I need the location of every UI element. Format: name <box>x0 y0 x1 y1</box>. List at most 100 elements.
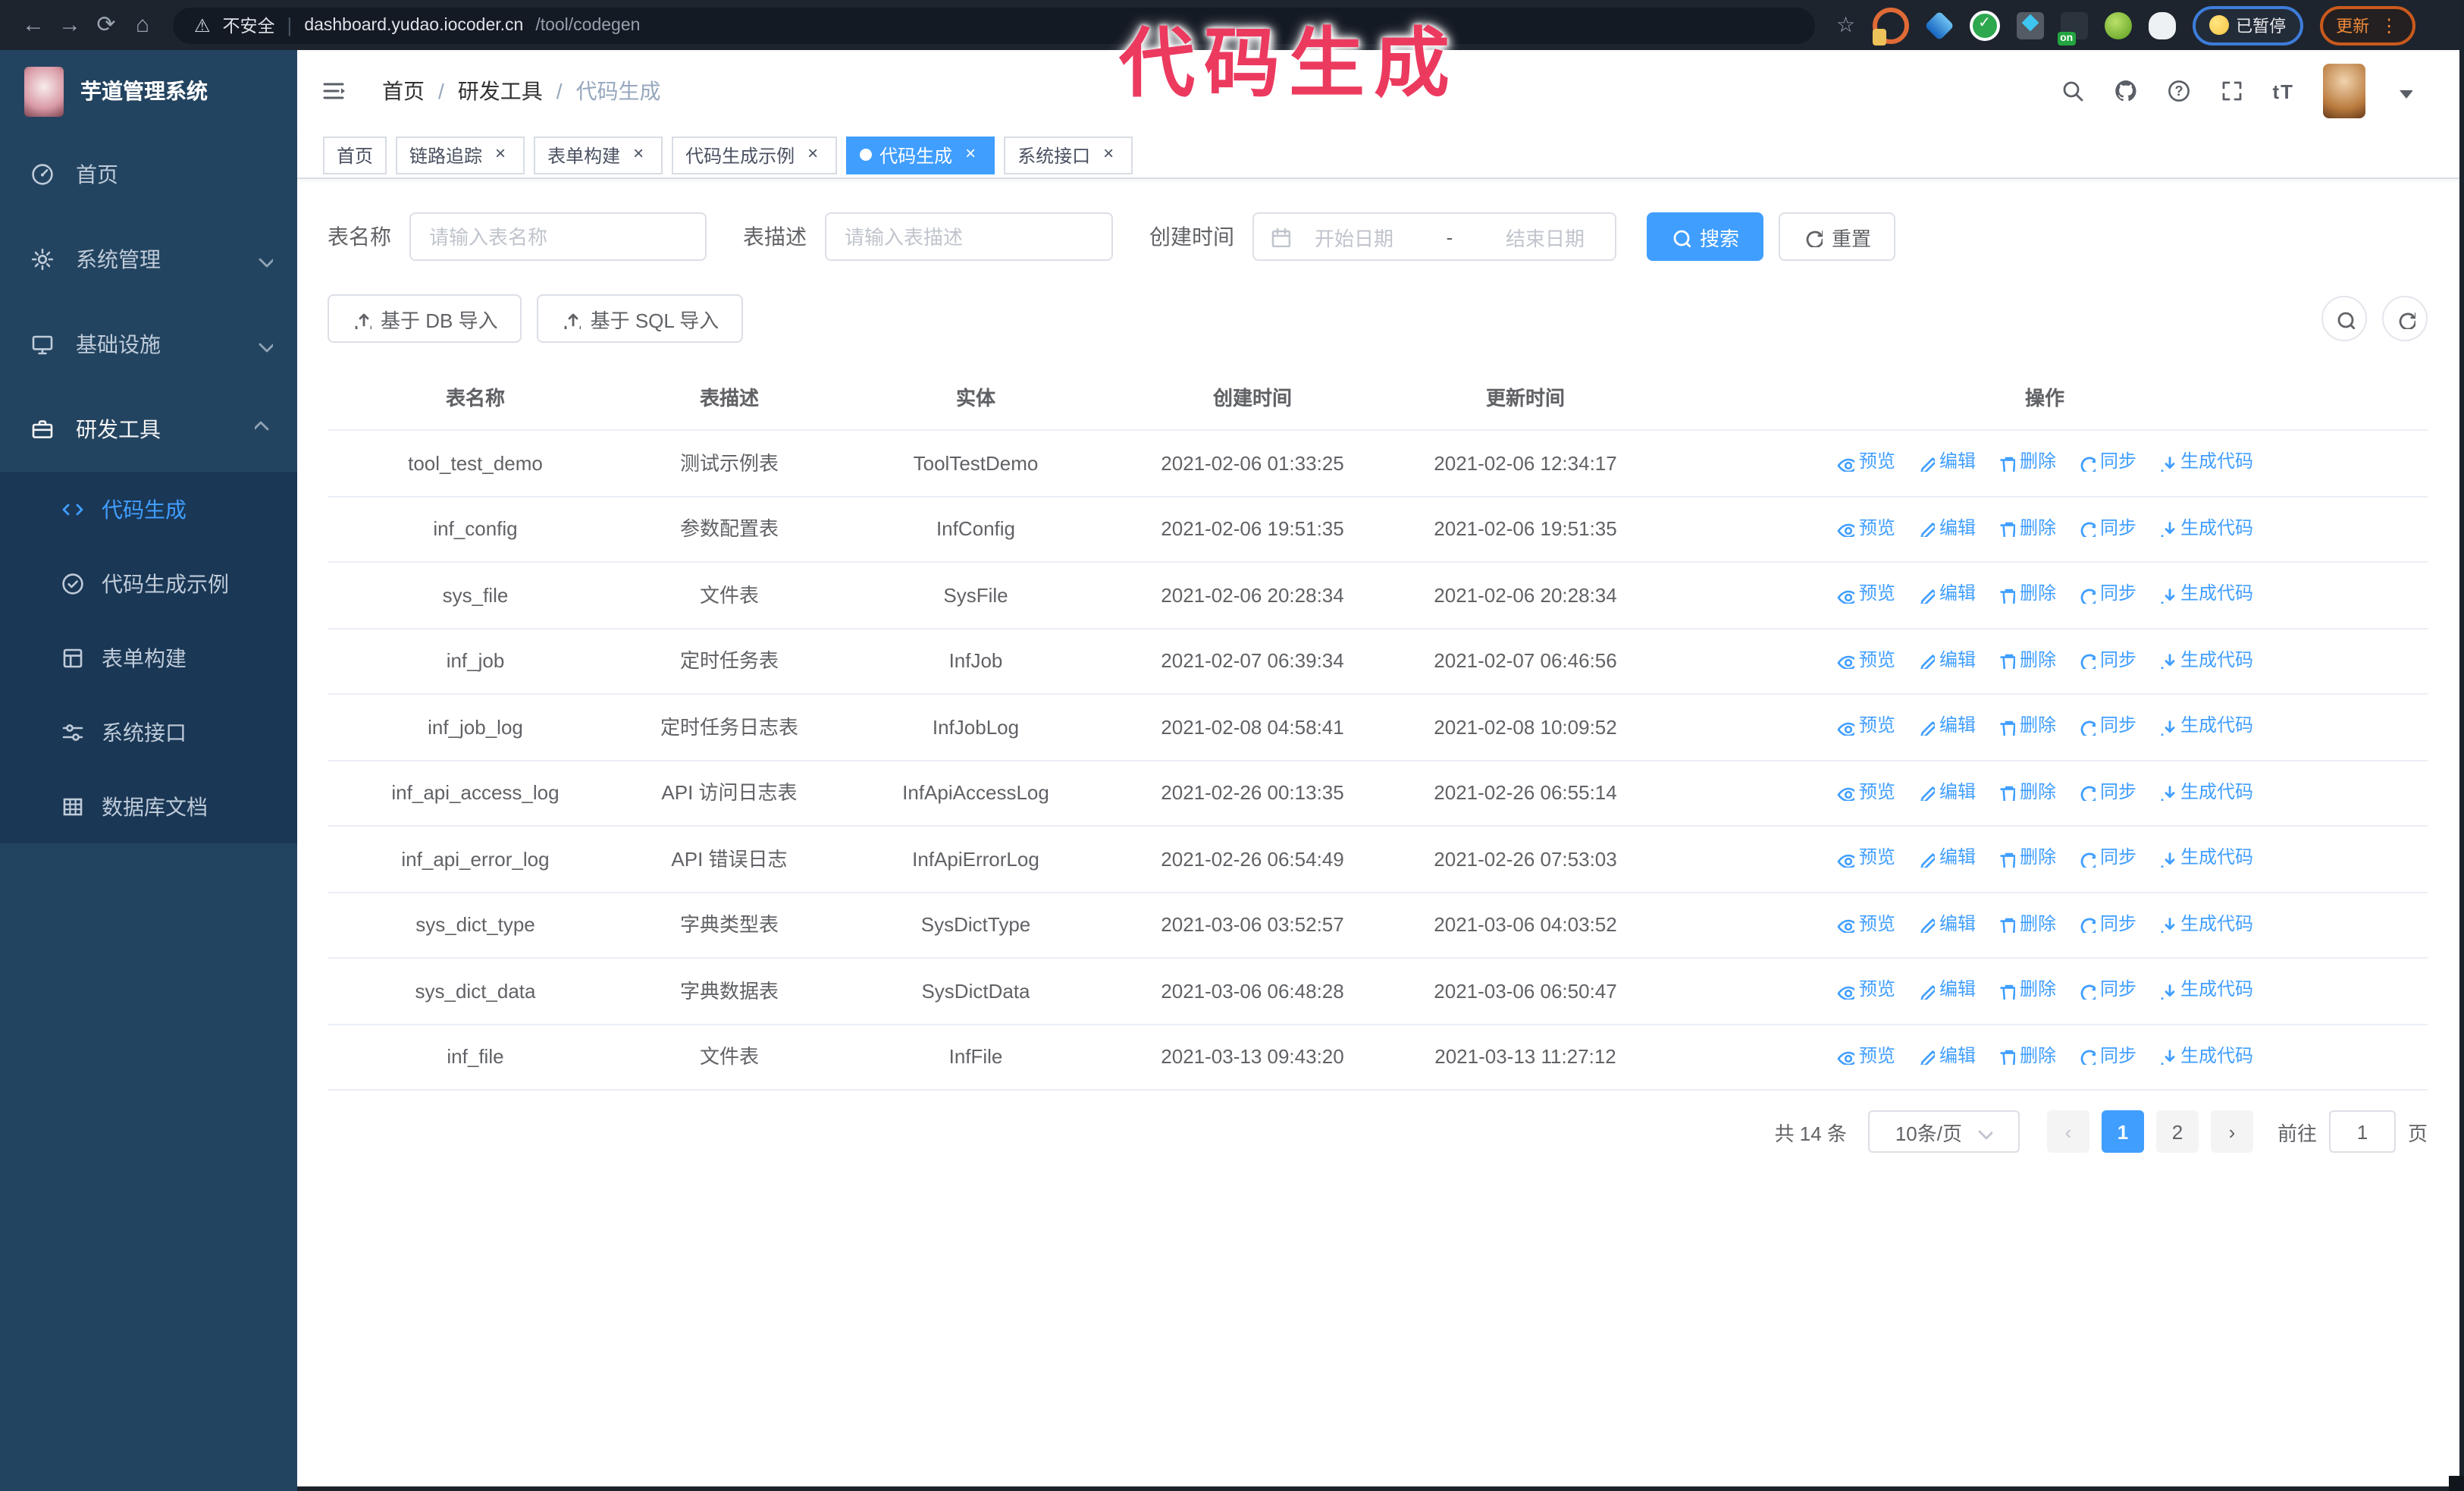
hamburger-icon[interactable] <box>321 79 346 103</box>
page-button-2[interactable]: 2 <box>2155 1110 2199 1153</box>
back-icon[interactable]: ← <box>15 0 52 50</box>
extension-icon[interactable] <box>1872 7 1909 45</box>
action-预览[interactable]: 预览 <box>1836 644 1895 676</box>
action-同步[interactable]: 同步 <box>2077 974 2136 1006</box>
table-name-input[interactable] <box>409 212 707 261</box>
action-预览[interactable]: 预览 <box>1836 776 1895 808</box>
action-预览[interactable]: 预览 <box>1836 578 1895 610</box>
fullscreen-icon[interactable] <box>2219 79 2243 103</box>
sidebar-item-代码生成[interactable]: 代码生成 <box>0 472 297 546</box>
tab-系统接口[interactable]: 系统接口 × <box>1004 136 1133 174</box>
action-删除[interactable]: 删除 <box>1997 644 2056 676</box>
action-预览[interactable]: 预览 <box>1836 512 1895 544</box>
action-同步[interactable]: 同步 <box>2077 776 2136 808</box>
github-icon[interactable] <box>2113 79 2137 103</box>
app-logo[interactable]: 芋道管理系统 <box>0 50 297 132</box>
action-删除[interactable]: 删除 <box>1997 578 2056 610</box>
action-同步[interactable]: 同步 <box>2077 710 2136 742</box>
action-编辑[interactable]: 编辑 <box>1917 776 1976 808</box>
action-同步[interactable]: 同步 <box>2077 446 2136 478</box>
sidebar-item-数据库文档[interactable]: 数据库文档 <box>0 769 297 843</box>
tab-首页[interactable]: 首页 <box>323 136 387 174</box>
action-删除[interactable]: 删除 <box>1997 842 2056 874</box>
action-生成代码[interactable]: 生成代码 <box>2158 578 2253 610</box>
action-预览[interactable]: 预览 <box>1836 710 1895 742</box>
text-size-icon[interactable]: tT <box>2272 80 2294 102</box>
sidebar-item-首页[interactable]: 首页 <box>0 132 297 217</box>
tab-close-icon[interactable]: × <box>960 143 981 165</box>
action-删除[interactable]: 删除 <box>1997 908 2056 940</box>
action-编辑[interactable]: 编辑 <box>1917 842 1976 874</box>
extension-icon[interactable]: on <box>2057 11 2088 45</box>
action-删除[interactable]: 删除 <box>1997 974 2056 1006</box>
forward-icon[interactable]: → <box>52 0 88 50</box>
tab-链路追踪[interactable]: 链路追踪 × <box>396 136 525 174</box>
browser-menu-icon[interactable]: ⋮ <box>2380 14 2398 36</box>
action-编辑[interactable]: 编辑 <box>1917 908 1976 940</box>
page-button-1[interactable]: 1 <box>2101 1110 2144 1153</box>
breadcrumb-item[interactable]: 研发工具 <box>458 76 543 106</box>
date-range-picker[interactable]: 开始日期 - 结束日期 <box>1252 212 1616 261</box>
action-编辑[interactable]: 编辑 <box>1917 512 1976 544</box>
extension-icon[interactable] <box>2016 11 2044 39</box>
action-编辑[interactable]: 编辑 <box>1917 710 1976 742</box>
tab-close-icon[interactable]: × <box>490 143 511 165</box>
sidebar-item-研发工具[interactable]: 研发工具 <box>0 387 297 472</box>
show-search-button[interactable] <box>2321 296 2367 341</box>
action-编辑[interactable]: 编辑 <box>1917 446 1976 478</box>
action-预览[interactable]: 预览 <box>1836 1040 1895 1072</box>
user-avatar[interactable] <box>2323 64 2365 118</box>
action-删除[interactable]: 删除 <box>1997 446 2056 478</box>
tab-close-icon[interactable]: × <box>628 143 649 165</box>
breadcrumb-item[interactable]: 首页 <box>382 76 425 106</box>
action-同步[interactable]: 同步 <box>2077 1040 2136 1072</box>
action-编辑[interactable]: 编辑 <box>1917 974 1976 1006</box>
extension-icon[interactable] <box>2104 11 2132 39</box>
bookmark-star-icon[interactable]: ☆ <box>1836 12 1855 38</box>
action-同步[interactable]: 同步 <box>2077 578 2136 610</box>
extension-icon[interactable] <box>1923 10 1954 40</box>
action-生成代码[interactable]: 生成代码 <box>2158 776 2253 808</box>
extension-icon[interactable] <box>2148 11 2176 39</box>
next-page-button[interactable]: › <box>2210 1110 2253 1153</box>
action-生成代码[interactable]: 生成代码 <box>2158 842 2253 874</box>
address-bar[interactable]: ⚠ 不安全 | dashboard.yudao.iocoder.cn/tool/… <box>173 7 1815 43</box>
action-删除[interactable]: 删除 <box>1997 1040 2056 1072</box>
action-编辑[interactable]: 编辑 <box>1917 1040 1976 1072</box>
search-icon[interactable] <box>2060 79 2084 103</box>
paused-profile-badge[interactable]: 已暂停 <box>2192 5 2303 45</box>
search-button[interactable]: 搜索 <box>1647 212 1764 261</box>
reload-icon[interactable]: ⟳ <box>88 0 124 50</box>
tab-close-icon[interactable]: × <box>1098 143 1119 165</box>
tab-close-icon[interactable]: × <box>802 143 823 165</box>
sidebar-item-表单构建[interactable]: 表单构建 <box>0 620 297 695</box>
sidebar-item-代码生成示例[interactable]: 代码生成示例 <box>0 546 297 620</box>
reset-button[interactable]: 重置 <box>1779 212 1896 261</box>
goto-page-input[interactable] <box>2328 1110 2396 1153</box>
action-删除[interactable]: 删除 <box>1997 710 2056 742</box>
sidebar-item-基础设施[interactable]: 基础设施 <box>0 302 297 387</box>
tab-代码生成示例[interactable]: 代码生成示例 × <box>672 136 838 174</box>
action-同步[interactable]: 同步 <box>2077 908 2136 940</box>
action-预览[interactable]: 预览 <box>1836 908 1895 940</box>
sidebar-item-系统接口[interactable]: 系统接口 <box>0 695 297 769</box>
update-button[interactable]: 更新 ⋮ <box>2319 5 2415 45</box>
prev-page-button[interactable]: ‹ <box>2046 1110 2089 1153</box>
action-同步[interactable]: 同步 <box>2077 644 2136 676</box>
action-预览[interactable]: 预览 <box>1836 974 1895 1006</box>
action-预览[interactable]: 预览 <box>1836 446 1895 478</box>
action-同步[interactable]: 同步 <box>2077 512 2136 544</box>
tab-代码生成[interactable]: 代码生成 × <box>846 136 995 174</box>
table-desc-input[interactable] <box>825 212 1113 261</box>
help-icon[interactable] <box>2166 79 2190 103</box>
import-db-button[interactable]: 基于 DB 导入 <box>328 294 522 343</box>
action-预览[interactable]: 预览 <box>1836 842 1895 874</box>
action-删除[interactable]: 删除 <box>1997 776 2056 808</box>
action-同步[interactable]: 同步 <box>2077 842 2136 874</box>
action-删除[interactable]: 删除 <box>1997 512 2056 544</box>
import-sql-button[interactable]: 基于 SQL 导入 <box>537 294 744 343</box>
sidebar-item-系统管理[interactable]: 系统管理 <box>0 217 297 302</box>
extension-icon[interactable] <box>1969 10 2000 40</box>
action-生成代码[interactable]: 生成代码 <box>2158 644 2253 676</box>
action-生成代码[interactable]: 生成代码 <box>2158 512 2253 544</box>
